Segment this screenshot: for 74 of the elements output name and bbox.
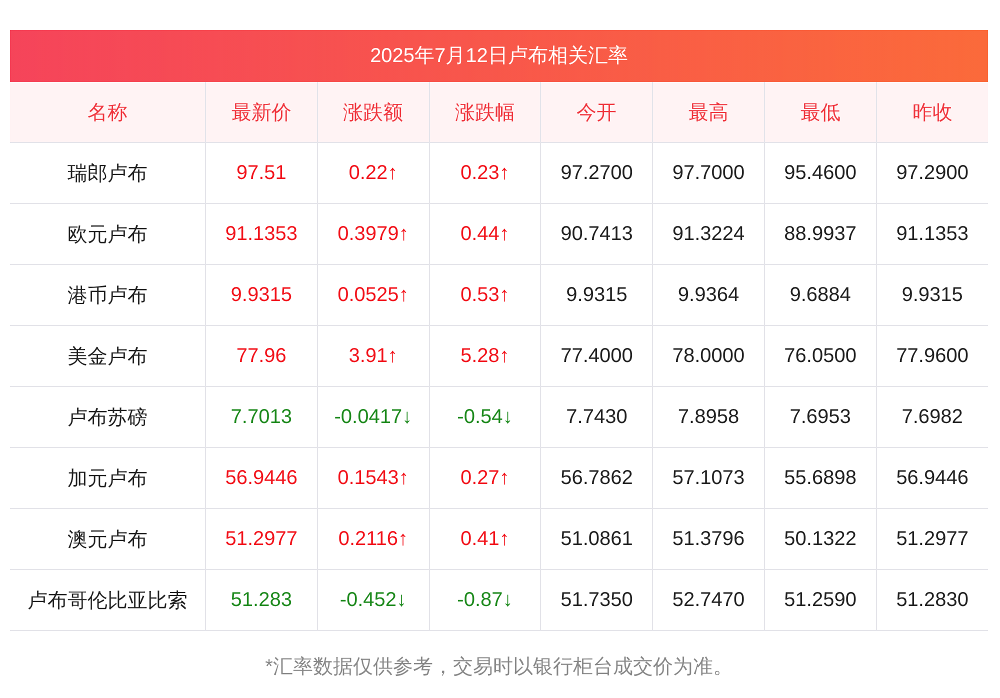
table-cell: 瑞郎卢布: [10, 142, 206, 204]
table-cell: 57.1073: [652, 448, 764, 508]
table-cell: 50.1322: [764, 508, 876, 570]
table-cell: 0.27↑: [429, 448, 541, 508]
column-header: 最新价: [206, 82, 318, 142]
table-cell: 97.2700: [540, 142, 653, 204]
table-cell: -0.54↓: [429, 386, 541, 448]
table-cell: 77.96: [206, 326, 318, 386]
table-cell: 卢布苏磅: [10, 386, 206, 448]
table-cell: 78.0000: [652, 326, 764, 386]
table-cell: 52.7470: [652, 570, 764, 630]
table-cell: 3.91↑: [317, 326, 430, 386]
column-header: 名称: [10, 82, 206, 142]
table-cell: 0.44↑: [429, 204, 541, 264]
table-cell: 95.4600: [764, 142, 876, 204]
table-cell: 9.6884: [764, 264, 876, 326]
table-cell: 51.3796: [652, 508, 764, 570]
table-cell: 51.2590: [764, 570, 876, 630]
table-cell: 90.7413: [540, 204, 653, 264]
table-cell: 91.1353: [876, 204, 988, 264]
table-cell: 91.3224: [652, 204, 764, 264]
table-cell: 97.51: [206, 142, 318, 204]
table-cell: 0.53↑: [429, 264, 541, 326]
table-cell: 7.8958: [652, 386, 764, 448]
table-cell: 9.9315: [540, 264, 653, 326]
table-cell: 加元卢布: [10, 448, 206, 508]
table-cell: 0.1543↑: [317, 448, 430, 508]
disclaimer-note: *汇率数据仅供参考，交易时以银行柜台成交价为准。: [264, 655, 734, 680]
table-cell: 7.7430: [540, 386, 653, 448]
column-header: 涨跌额: [317, 82, 430, 142]
table-title: 2025年7月12日卢布相关汇率: [10, 30, 988, 82]
column-header: 最高: [652, 82, 764, 142]
table-cell: 7.6982: [876, 386, 988, 448]
table-cell: 5.28↑: [429, 326, 541, 386]
table-cell: 77.4000: [540, 326, 653, 386]
table-cell: 9.9364: [652, 264, 764, 326]
table-cell: 51.2830: [876, 570, 988, 630]
table-cell: 97.7000: [652, 142, 764, 204]
table-cell: 51.2977: [876, 508, 988, 570]
table-cell: 卢布哥伦比亚比索: [10, 570, 206, 630]
table-cell: 0.41↑: [429, 508, 541, 570]
table-cell: 51.2977: [206, 508, 318, 570]
table-cell: 美金卢布: [10, 326, 206, 386]
table-cell: 0.3979↑: [317, 204, 430, 264]
table-cell: 77.9600: [876, 326, 988, 386]
table-cell: 56.9446: [206, 448, 318, 508]
table-cell: 0.2116↑: [317, 508, 430, 570]
table-cell: 88.9937: [764, 204, 876, 264]
table-cell: 0.23↑: [429, 142, 541, 204]
table-cell: -0.452↓: [317, 570, 430, 630]
table-cell: 56.9446: [876, 448, 988, 508]
table-cell: 51.7350: [540, 570, 653, 630]
table-cell: 51.0861: [540, 508, 653, 570]
column-header: 昨收: [876, 82, 988, 142]
column-header: 涨跌幅: [429, 82, 541, 142]
table-cell: 0.22↑: [317, 142, 430, 204]
table-cell: -0.0417↓: [317, 386, 430, 448]
table-cell: 欧元卢布: [10, 204, 206, 264]
table-cell: 51.283: [206, 570, 318, 630]
table-cell: -0.87↓: [429, 570, 541, 630]
table-cell: 0.0525↑: [317, 264, 430, 326]
table-cell: 9.9315: [876, 264, 988, 326]
table-cell: 91.1353: [206, 204, 318, 264]
column-header: 最低: [764, 82, 876, 142]
table-cell: 76.0500: [764, 326, 876, 386]
table-cell: 97.2900: [876, 142, 988, 204]
table-cell: 7.7013: [206, 386, 318, 448]
table-cell: 55.6898: [764, 448, 876, 508]
column-header: 今开: [540, 82, 653, 142]
table-cell: 9.9315: [206, 264, 318, 326]
table-cell: 澳元卢布: [10, 508, 206, 570]
table-cell: 港币卢布: [10, 264, 206, 326]
table-cell: 7.6953: [764, 386, 876, 448]
table-cell: 56.7862: [540, 448, 653, 508]
